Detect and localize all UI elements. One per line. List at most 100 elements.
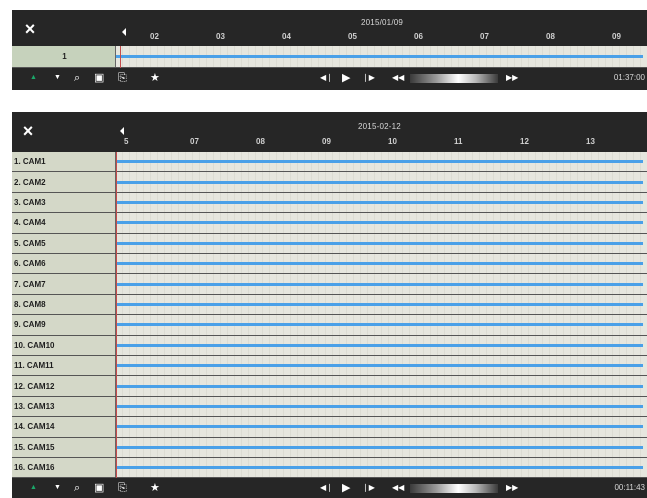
channel-label: 10. CAM10 xyxy=(12,335,116,355)
channel-row[interactable]: 13. CAM13 xyxy=(12,396,647,418)
hour-scale: 02 03 04 05 06 07 08 09 xyxy=(122,32,647,46)
play-icon[interactable]: ▶ xyxy=(342,479,350,497)
calendar-icon[interactable]: ▣ xyxy=(94,69,104,87)
timeline-date: 2015-02-12 xyxy=(358,122,401,131)
channel-label: 16. CAM16 xyxy=(12,458,116,478)
hour-label: 03 xyxy=(216,32,225,41)
recording-track[interactable] xyxy=(116,315,647,335)
recording-bar xyxy=(116,55,643,58)
channel-row[interactable]: 3. CAM3 xyxy=(12,192,647,214)
recording-bar xyxy=(116,262,643,266)
channel-label: 1 xyxy=(12,46,116,67)
channel-row[interactable]: 1. CAM1 xyxy=(12,152,647,173)
close-icon[interactable]: × xyxy=(19,122,37,140)
recording-track[interactable] xyxy=(116,376,647,396)
channel-row[interactable]: 10. CAM10 xyxy=(12,335,647,356)
recording-track[interactable] xyxy=(116,254,647,274)
recording-track[interactable] xyxy=(116,233,647,253)
fast-forward-icon[interactable]: ▶▶ xyxy=(506,69,518,87)
recording-track[interactable] xyxy=(116,152,647,172)
hour-label: 12 xyxy=(520,137,529,146)
playback-toolbar: ▲ ▼ ⌕ ▣ ⎘ ★ ◀❘ ▶ ❘▶ ◀◀ ▶▶ xyxy=(12,69,647,87)
recording-bar xyxy=(116,302,643,306)
export-icon[interactable]: ⎘ xyxy=(118,479,127,497)
step-back-icon[interactable]: ◀❘ xyxy=(320,69,333,87)
up-arrow-icon[interactable]: ▲ xyxy=(30,479,37,497)
hour-label: 5 xyxy=(124,137,129,146)
recording-bar xyxy=(116,343,643,347)
current-time: 01:37:00 xyxy=(613,73,645,82)
channel-label: 7. CAM7 xyxy=(12,274,116,294)
channel-row[interactable]: 15. CAM15 xyxy=(12,437,647,458)
recording-bar xyxy=(116,282,643,286)
channel-row[interactable]: 6. CAM6 xyxy=(12,254,647,275)
channel-row[interactable]: 7. CAM7 xyxy=(12,274,647,295)
recording-bar xyxy=(116,466,643,470)
speed-slider[interactable] xyxy=(410,74,498,83)
zoom-icon[interactable]: ⌕ xyxy=(74,479,80,497)
rewind-icon[interactable]: ◀◀ xyxy=(392,479,404,497)
recording-track[interactable] xyxy=(116,213,647,233)
close-icon[interactable]: × xyxy=(21,20,39,38)
recording-track[interactable] xyxy=(116,274,647,294)
export-icon[interactable]: ⎘ xyxy=(118,69,127,87)
channel-row[interactable]: 4. CAM4 xyxy=(12,213,647,234)
channel-label: 8. CAM8 xyxy=(12,294,116,315)
hour-label: 11 xyxy=(454,137,463,146)
channel-label: 2. CAM2 xyxy=(12,172,116,192)
recording-track[interactable] xyxy=(116,192,647,213)
scroll-left-icon[interactable] xyxy=(120,127,124,135)
recording-bar xyxy=(116,364,643,368)
recording-track[interactable] xyxy=(116,396,647,417)
channel-row[interactable]: 12. CAM12 xyxy=(12,376,647,397)
playhead-cursor[interactable] xyxy=(120,46,121,68)
zoom-icon[interactable]: ⌕ xyxy=(74,69,80,87)
playback-toolbar: ▲ ▼ ⌕ ▣ ⎘ ★ ◀❘ ▶ ❘▶ ◀◀ ▶▶ xyxy=(12,479,647,497)
channel-row[interactable]: 8. CAM8 xyxy=(12,294,647,316)
step-back-icon[interactable]: ◀❘ xyxy=(320,479,333,497)
recording-track[interactable] xyxy=(116,356,647,376)
hour-label: 09 xyxy=(612,32,621,41)
star-icon[interactable]: ★ xyxy=(150,479,160,497)
channel-label: 13. CAM13 xyxy=(12,396,116,417)
channel-label: 3. CAM3 xyxy=(12,192,116,213)
channel-row[interactable]: 2. CAM2 xyxy=(12,172,647,193)
rewind-icon[interactable]: ◀◀ xyxy=(392,69,404,87)
recording-track[interactable] xyxy=(116,294,647,315)
timeline-grid: 1. CAM1 2. CAM2 3. CAM3 4. CAM4 5. CAM5 6. CA… xyxy=(12,152,647,479)
channel-row[interactable]: 1 xyxy=(12,46,647,68)
up-arrow-icon[interactable]: ▲ xyxy=(30,69,37,87)
fast-forward-icon[interactable]: ▶▶ xyxy=(506,479,518,497)
recording-track[interactable] xyxy=(116,437,647,457)
recording-track[interactable] xyxy=(116,172,647,192)
playback-panel-single: × 2015/01/09 02 03 04 05 06 07 08 09 1 ▲ ▼ ⌕ ▣ ⎘ ★ ◀❘… xyxy=(12,10,647,90)
hour-label: 02 xyxy=(150,32,159,41)
recording-track[interactable] xyxy=(116,417,647,437)
recording-track[interactable] xyxy=(116,458,647,478)
speed-slider[interactable] xyxy=(410,484,498,493)
channel-row[interactable]: 14. CAM14 xyxy=(12,417,647,438)
play-icon[interactable]: ▶ xyxy=(342,69,350,87)
channel-label: 11. CAM11 xyxy=(12,356,116,376)
current-time: 00:11:43 xyxy=(614,483,645,492)
recording-bar xyxy=(116,445,643,449)
recording-track[interactable] xyxy=(116,335,647,355)
star-icon[interactable]: ★ xyxy=(150,69,160,87)
hour-label: 05 xyxy=(348,32,357,41)
channel-row[interactable]: 16. CAM16 xyxy=(12,458,647,479)
recording-bar xyxy=(116,323,643,327)
hour-scale: 5 07 08 09 10 11 12 13 xyxy=(122,137,647,151)
recording-track[interactable] xyxy=(116,46,647,67)
down-arrow-icon[interactable]: ▼ xyxy=(54,69,61,87)
channel-row[interactable]: 11. CAM11 xyxy=(12,356,647,377)
channel-label: 5. CAM5 xyxy=(12,233,116,253)
down-arrow-icon[interactable]: ▼ xyxy=(54,479,61,497)
channel-row[interactable]: 5. CAM5 xyxy=(12,233,647,254)
step-forward-icon[interactable]: ❘▶ xyxy=(362,69,375,87)
playhead-cursor[interactable] xyxy=(116,152,117,478)
channel-label: 9. CAM9 xyxy=(12,315,116,335)
calendar-icon[interactable]: ▣ xyxy=(94,479,104,497)
step-forward-icon[interactable]: ❘▶ xyxy=(362,479,375,497)
channel-label: 6. CAM6 xyxy=(12,254,116,274)
channel-row[interactable]: 9. CAM9 xyxy=(12,315,647,336)
